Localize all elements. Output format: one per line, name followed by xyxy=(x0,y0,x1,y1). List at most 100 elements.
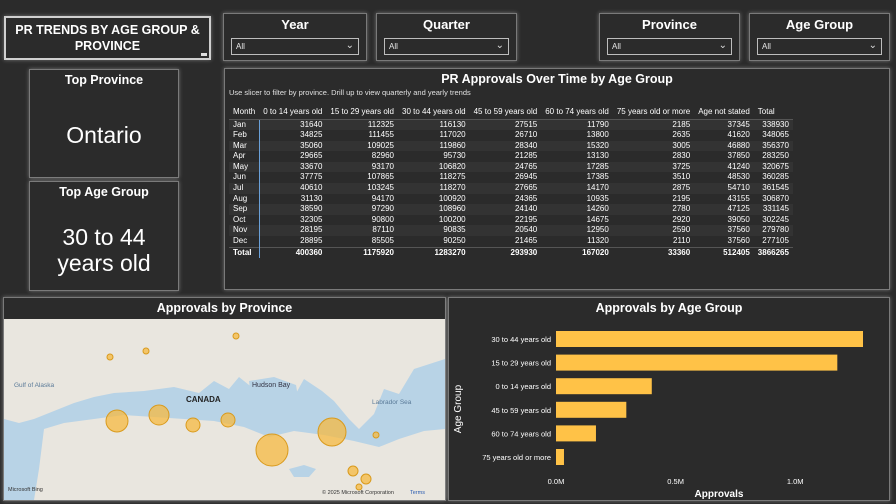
column-header[interactable]: 15 to 29 years old xyxy=(326,104,398,120)
value-cell: 87110 xyxy=(326,225,398,237)
column-header[interactable]: Total xyxy=(753,104,793,120)
value-cell: 33670 xyxy=(259,161,327,173)
value-cell: 3725 xyxy=(612,161,695,173)
bar[interactable] xyxy=(556,331,863,347)
value-cell: 26945 xyxy=(514,172,538,182)
category-label: 0 to 14 years old xyxy=(496,382,551,391)
quarter-dropdown-value: All xyxy=(389,42,398,51)
table-row[interactable]: Nov 28195 87110 90835 20540 12950 2590 37560 279… xyxy=(229,225,793,237)
bar[interactable] xyxy=(556,401,627,418)
map-label-labrador: Labrador Sea xyxy=(372,399,412,406)
table-row[interactable]: Jul 40610 103245 118270 27665 14170 2875 54710 3… xyxy=(229,183,793,194)
value-cell: 306870 xyxy=(762,193,789,203)
total-cell: 293930 xyxy=(469,246,542,259)
bubble-northwest-territories[interactable] xyxy=(142,347,150,355)
top-age-group-value-line2: years old xyxy=(57,250,151,276)
bubble-nova-scotia[interactable] xyxy=(360,473,372,485)
province-map[interactable]: Gulf of Alaska Hudson Bay CANADA Labrado… xyxy=(4,319,445,500)
province-slicer: Province All ⌄ xyxy=(599,13,740,61)
bar[interactable] xyxy=(556,425,596,442)
table-row[interactable]: May 33670 93170 106820 24765 17285 3725 41240 32… xyxy=(229,161,793,173)
value-cell: 283250 xyxy=(762,151,789,161)
table-row[interactable]: Dec 28895 85505 90250 21465 11320 2110 37560 277… xyxy=(229,236,793,248)
bubble-quebec[interactable] xyxy=(317,417,347,447)
value-cell: 2875 xyxy=(612,183,695,194)
value-cell: 17385 xyxy=(586,172,609,182)
bar[interactable] xyxy=(556,354,838,371)
quarter-dropdown[interactable]: All ⌄ xyxy=(384,38,509,55)
bubble-new-brunswick[interactable] xyxy=(347,465,359,477)
month-cell: Feb xyxy=(229,130,260,141)
table-row[interactable]: Mar 35060 109025 119860 28340 15320 3005 46880 3… xyxy=(229,140,793,152)
value-cell: 100920 xyxy=(438,193,466,203)
province-dropdown[interactable]: All ⌄ xyxy=(607,38,732,55)
value-cell: 338930 xyxy=(753,119,793,131)
column-header[interactable]: 75 years old or more xyxy=(612,104,695,120)
value-cell: 41620 xyxy=(727,130,750,140)
category-label: 45 to 59 years old xyxy=(491,406,551,415)
column-header[interactable]: Month xyxy=(229,104,260,120)
value-cell: 3005 xyxy=(612,140,695,152)
bubble-nunavut[interactable] xyxy=(232,332,240,340)
value-cell: 93170 xyxy=(326,161,398,173)
column-header[interactable]: 0 to 14 years old xyxy=(259,104,327,120)
value-cell: 2185 xyxy=(612,119,695,131)
province-slicer-title: Province xyxy=(642,17,697,32)
table-row[interactable]: Sep 38590 97290 108960 24140 14260 2780 47125 33… xyxy=(229,204,793,215)
top-age-group-value-line1: 30 to 44 xyxy=(62,224,146,250)
map-credit: © 2025 Microsoft Corporation xyxy=(322,489,394,496)
report-title-text: PR TRENDS BY AGE GROUP & PROVINCE xyxy=(15,23,200,53)
value-cell: 31640 xyxy=(259,119,327,131)
table-row[interactable]: Feb 34825 111455 117020 26710 13800 2635 41620 3… xyxy=(229,130,793,141)
age-group-dropdown[interactable]: All ⌄ xyxy=(757,38,882,55)
value-cell: 31130 xyxy=(300,193,323,203)
value-cell: 24140 xyxy=(469,204,542,215)
value-cell: 43155 xyxy=(727,193,750,203)
bubble-ontario[interactable] xyxy=(255,433,289,467)
value-cell: 331145 xyxy=(753,204,793,215)
value-cell: 2920 xyxy=(672,214,691,224)
category-label: 75 years old or more xyxy=(482,453,551,462)
column-header[interactable]: Age not stated xyxy=(694,104,754,120)
value-cell: 14260 xyxy=(541,204,613,215)
bubble-manitoba[interactable] xyxy=(220,412,236,428)
map-terms-link[interactable]: Terms xyxy=(410,490,425,496)
bubble-newfoundland[interactable] xyxy=(372,431,380,439)
value-cell: 106820 xyxy=(398,161,470,173)
bubble-saskatchewan[interactable] xyxy=(185,417,201,433)
bar[interactable] xyxy=(556,449,564,465)
value-cell: 2110 xyxy=(673,236,691,246)
table-row[interactable]: Jan 31640 112325 116130 27515 11790 2185 37345 3… xyxy=(229,119,793,131)
map-label-alaska: Gulf of Alaska xyxy=(14,382,54,389)
column-header[interactable]: 45 to 59 years old xyxy=(469,104,542,120)
x-tick-label: 1.0M xyxy=(787,477,804,486)
table-row[interactable]: Apr 29665 82960 95730 21285 13130 2830 37850 283… xyxy=(229,151,793,162)
value-cell: 48530 xyxy=(727,172,750,182)
map-label-hudson: Hudson Bay xyxy=(252,382,291,389)
table-row[interactable]: Jun 37775 107865 118275 26945 17385 3510 48530 3… xyxy=(229,172,793,184)
value-cell: 2590 xyxy=(612,225,695,237)
value-cell: 109025 xyxy=(326,140,398,152)
value-cell: 47125 xyxy=(694,204,754,215)
x-tick-label: 0.5M xyxy=(667,477,684,486)
age-group-dropdown-value: All xyxy=(762,42,771,51)
category-label: 60 to 74 years old xyxy=(491,429,551,438)
bubble-alberta[interactable] xyxy=(148,404,170,426)
month-cell: Oct xyxy=(229,214,260,226)
value-cell: 46880 xyxy=(694,140,754,152)
year-dropdown[interactable]: All ⌄ xyxy=(231,38,359,55)
value-cell: 15320 xyxy=(541,140,613,152)
column-header[interactable]: 60 to 74 years old xyxy=(541,104,613,120)
value-cell: 2830 xyxy=(672,151,691,161)
approvals-over-time-table: PR Approvals Over Time by Age Group Use … xyxy=(224,68,890,290)
bubble-yukon[interactable] xyxy=(106,353,114,361)
month-cell: Apr xyxy=(229,151,260,162)
table-row[interactable]: Oct 32305 90800 100200 22195 14675 2920 39050 30… xyxy=(229,214,793,226)
table-row[interactable]: Aug 31130 94170 100920 24365 10935 2195 43155 30… xyxy=(229,193,793,205)
province-map-panel: Approvals by Province Gulf of Alaska Hud… xyxy=(3,297,446,501)
column-header[interactable]: 30 to 44 years old xyxy=(398,104,470,120)
value-cell: 20540 xyxy=(469,225,542,237)
bubble-british-columbia[interactable] xyxy=(105,409,129,433)
value-cell: 361545 xyxy=(753,183,793,194)
bar[interactable] xyxy=(556,378,652,395)
